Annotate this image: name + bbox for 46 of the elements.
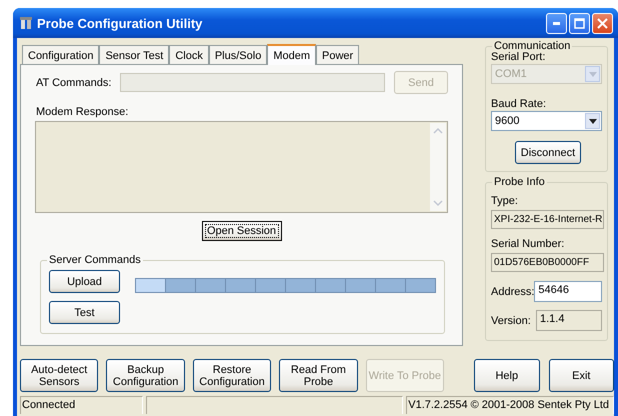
group-title: Probe Info [492,176,547,188]
disconnect-button[interactable]: Disconnect [515,141,581,164]
minimize-button[interactable] [546,12,567,34]
field-label: Address: [491,286,534,298]
minimize-icon [553,22,560,24]
maximize-icon [574,18,585,28]
dropdown[interactable]: 9600 [491,111,602,131]
dropdown-arrow-icon [588,118,596,124]
input-field[interactable]: 54646 [534,281,602,302]
tab[interactable]: Configuration [22,45,100,64]
scrollbar[interactable] [430,123,446,211]
field-label: AT Commands: [36,76,112,88]
action-button[interactable]: Exit [548,359,614,392]
action-button[interactable]: Backup Configuration [106,359,185,392]
action-button[interactable]: Restore Configuration [192,359,272,392]
field-label: Type: [491,195,519,207]
close-icon [597,18,608,28]
action-button[interactable]: Auto-detect Sensors [20,359,98,392]
maximize-button[interactable] [569,12,590,34]
field-label: Serial Number: [491,238,566,250]
status-text: Connected [20,396,143,414]
response-box[interactable] [35,121,448,213]
field-label: Version: [491,314,532,326]
command-button[interactable]: Test [49,301,120,324]
field-label: Baud Rate: [491,98,548,110]
command-button[interactable]: Upload [49,270,120,293]
group-title: Server Commands [47,254,143,266]
field-label: Serial Port: [491,51,546,63]
version-text: V1.7.2.2554 © 2001-2008 Sentek Pty Ltd [406,396,614,414]
group-title: Communication [492,40,572,52]
probe-icon [19,16,33,30]
tab[interactable]: Plus/Solo [208,45,268,64]
tab[interactable]: Clock [169,45,209,64]
value-field: XPI-232-E-16-Internet-R [491,210,604,229]
dropdown-arrow-icon [588,72,596,76]
tab[interactable]: Power [316,45,360,64]
action-button[interactable]: Read From Probe [279,359,358,392]
window-title: Probe Configuration Utility [37,16,204,30]
tab[interactable]: Sensor Test [99,45,170,64]
field-label: Modem Response: [36,106,130,118]
action-button[interactable]: Help [474,359,540,392]
value-field: 01D576EB0B0000FF [491,253,604,272]
value-field: 1.1.4 [536,310,602,331]
close-button[interactable] [592,12,613,34]
open-session-button[interactable]: Open Session [202,221,282,241]
tab[interactable]: Modem [267,44,316,65]
